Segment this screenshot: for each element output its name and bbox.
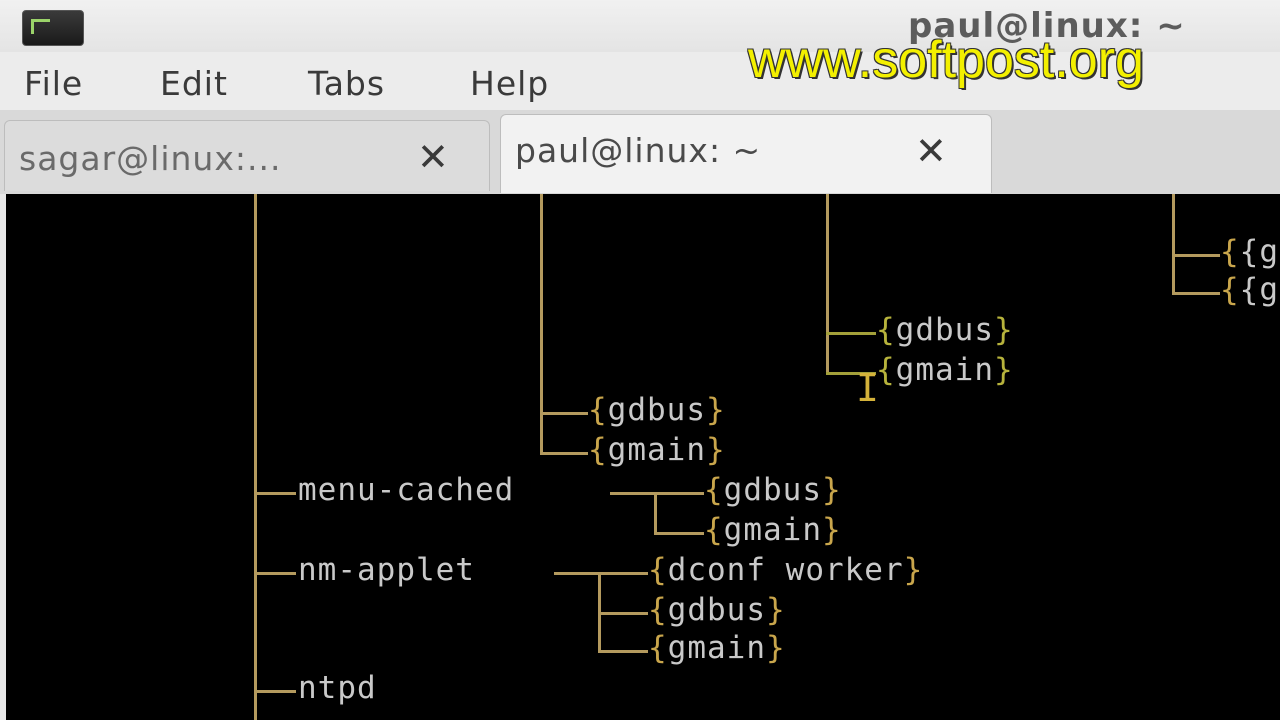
- tree-branch: [826, 332, 876, 335]
- tree-node: {gmain}: [648, 630, 786, 666]
- tree-node: {{g: [1220, 234, 1279, 270]
- terminal-output[interactable]: {{g {{g {gdbus} {gmain} I {gdbus} {gmain…: [6, 194, 1280, 720]
- watermark: www.softpost.org: [748, 31, 1144, 89]
- tree-node: {gmain}: [588, 432, 726, 468]
- tab-bar: sagar@linux:... ✕ paul@linux: ~ ✕: [0, 110, 1280, 194]
- tree-branch: [610, 492, 704, 495]
- tree-node: menu-cached: [298, 472, 515, 508]
- tree-node: {{g: [1220, 272, 1279, 308]
- tree-node: {gmain}: [704, 512, 842, 548]
- menu-tabs[interactable]: Tabs: [308, 64, 385, 103]
- tree-node: {gdbus}: [648, 592, 786, 628]
- tree-branch: [598, 650, 648, 653]
- text-cursor-icon: I: [856, 366, 879, 410]
- tree-line: [598, 572, 601, 650]
- tree-branch: [554, 572, 648, 575]
- tab-label: paul@linux: ~: [515, 131, 762, 170]
- tree-line: [254, 194, 257, 720]
- tree-branch: [540, 412, 588, 415]
- terminal-app-icon: [22, 10, 84, 46]
- tab-paul[interactable]: paul@linux: ~ ✕: [500, 114, 992, 193]
- tab-sagar[interactable]: sagar@linux:... ✕: [4, 120, 490, 191]
- tree-branch: [254, 690, 296, 693]
- tree-branch: [654, 532, 704, 535]
- tree-line: [826, 194, 829, 372]
- tree-node: {gdbus}: [588, 392, 726, 428]
- tree-node: {gmain}: [876, 352, 1014, 388]
- tree-branch: [540, 452, 588, 455]
- close-icon[interactable]: ✕: [417, 135, 449, 179]
- close-icon[interactable]: ✕: [915, 129, 947, 173]
- tree-node: {gdbus}: [876, 312, 1014, 348]
- tree-line: [1172, 194, 1175, 292]
- tree-branch: [1172, 292, 1220, 295]
- tree-node: {dconf worker}: [648, 552, 924, 588]
- tree-node: {gdbus}: [704, 472, 842, 508]
- tree-line: [654, 494, 657, 532]
- menu-help[interactable]: Help: [470, 64, 549, 103]
- tab-label: sagar@linux:...: [19, 139, 282, 178]
- tree-branch: [254, 572, 296, 575]
- tree-node: nm-applet: [298, 552, 475, 588]
- tree-branch: [598, 612, 648, 615]
- tree-branch: [1172, 254, 1220, 257]
- menu-edit[interactable]: Edit: [160, 64, 228, 103]
- tree-node: ntpd: [298, 670, 377, 706]
- tree-branch: [254, 492, 296, 495]
- menu-file[interactable]: File: [24, 64, 83, 103]
